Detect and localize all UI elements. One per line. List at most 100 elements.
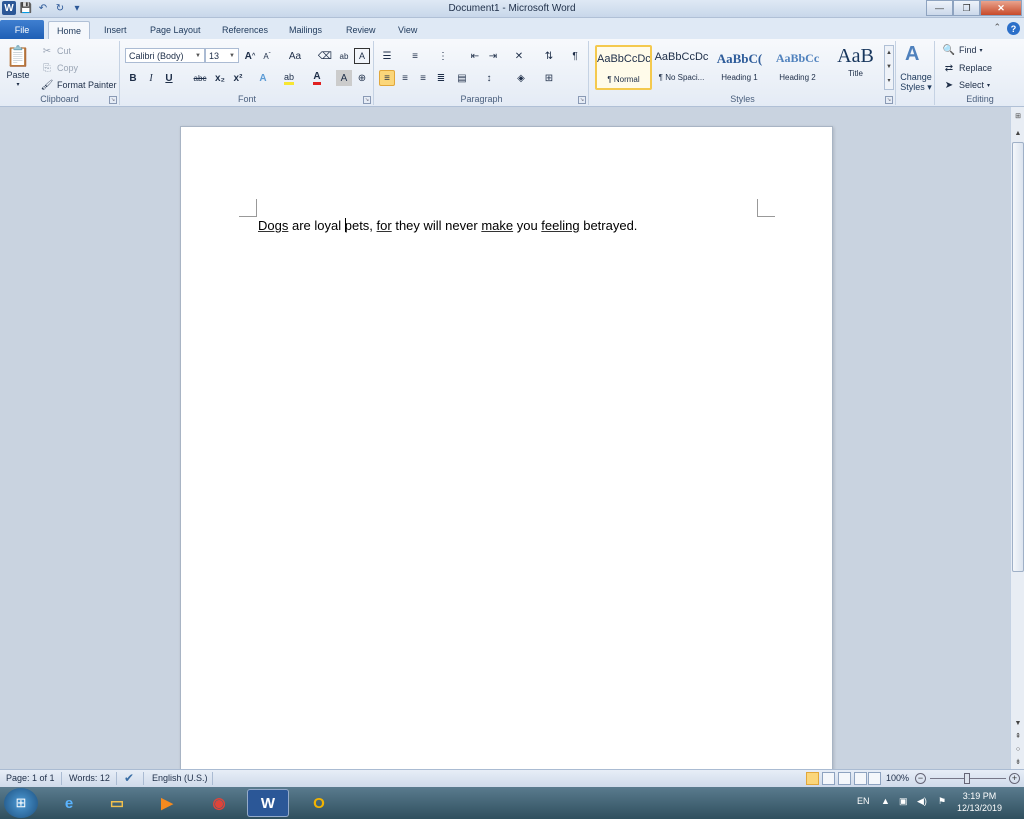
network-icon[interactable]: ▣ <box>899 796 908 807</box>
draft-icon[interactable] <box>868 772 881 785</box>
numbering-icon[interactable]: ≡ <box>407 48 423 64</box>
tab-home[interactable]: Home <box>48 21 91 39</box>
align-center-icon[interactable]: ≡ <box>397 70 413 86</box>
clear-formatting-icon[interactable]: ⌫ <box>317 48 333 64</box>
distributed-icon[interactable]: ▤ <box>454 70 470 86</box>
enclose-characters-icon[interactable]: ⊕ <box>354 70 370 86</box>
show-hidden-icons-icon[interactable]: ▲ <box>881 796 890 806</box>
proofing-icon[interactable]: ✔ <box>124 771 134 785</box>
tab-mailings[interactable]: Mailings <box>281 21 330 39</box>
strikethrough-button[interactable]: abc <box>191 70 209 86</box>
word-make[interactable]: make <box>481 218 513 233</box>
print-layout-icon[interactable] <box>806 772 819 785</box>
word-pets[interactable]: pets, <box>345 218 373 233</box>
explorer-icon[interactable]: ▭ <box>96 789 138 817</box>
shrink-font-button[interactable]: Aˇ <box>259 48 275 64</box>
system-clock[interactable]: 3:19 PM 12/13/2019 <box>957 790 1002 814</box>
increase-indent-icon[interactable]: ⇥ <box>485 48 501 64</box>
tab-insert[interactable]: Insert <box>96 21 135 39</box>
styles-launcher-icon[interactable]: ↘ <box>885 96 893 104</box>
full-screen-reading-icon[interactable] <box>822 772 835 785</box>
font-color-icon[interactable]: A <box>309 70 325 86</box>
decrease-indent-icon[interactable]: ⇤ <box>467 48 483 64</box>
style-heading-2[interactable]: AaBbCc Heading 2 <box>769 45 826 90</box>
document-body-text[interactable]: Dogs are loyal pets, for they will never… <box>258 218 637 233</box>
multilevel-list-icon[interactable]: ⋮ <box>435 48 451 64</box>
sort-icon[interactable]: ⇅ <box>541 48 557 64</box>
close-icon[interactable]: ✕ <box>980 0 1022 16</box>
language-bar[interactable]: EN <box>857 796 870 806</box>
tab-page-layout[interactable]: Page Layout <box>142 21 209 39</box>
subscript-button[interactable]: x₂ <box>212 70 228 86</box>
next-page-icon[interactable]: ⇟ <box>1012 756 1024 768</box>
borders-icon[interactable]: ⊞ <box>541 70 557 86</box>
character-shading-icon[interactable]: A <box>336 70 352 86</box>
ie-icon[interactable]: e <box>48 789 90 817</box>
restore-icon[interactable]: ❐ <box>953 0 980 16</box>
font-size-combo[interactable]: 13 ▼ <box>205 48 239 63</box>
grow-font-button[interactable]: A ^ <box>242 48 258 64</box>
underline-button[interactable]: U <box>161 70 177 86</box>
scroll-up-icon[interactable]: ▲ <box>1012 127 1024 139</box>
word-count[interactable]: Words: 12 <box>69 773 110 783</box>
web-layout-icon[interactable] <box>838 772 851 785</box>
scrollbar-thumb[interactable] <box>1012 142 1024 572</box>
ruler-toggle-icon[interactable]: ⊞ <box>1012 110 1024 122</box>
start-icon[interactable]: ⊞ <box>4 788 38 818</box>
minimize-ribbon-icon[interactable]: ⌃ <box>993 22 1001 35</box>
justify-icon[interactable]: ≣ <box>433 70 449 86</box>
cut-button[interactable]: ✂ Cut <box>40 44 71 58</box>
outlook-icon[interactable]: O <box>298 789 340 817</box>
help-icon[interactable]: ? <box>1007 22 1020 35</box>
zoom-slider-thumb[interactable] <box>964 773 970 784</box>
character-border-icon[interactable]: A <box>354 48 370 64</box>
paragraph-launcher-icon[interactable]: ↘ <box>578 96 586 104</box>
font-name-combo[interactable]: Calibri (Body) ▼ <box>125 48 205 63</box>
word-icon[interactable]: W <box>247 789 289 817</box>
tab-review[interactable]: Review <box>338 21 384 39</box>
style-normal[interactable]: AaBbCcDc ¶ Normal <box>595 45 652 90</box>
clipboard-launcher-icon[interactable]: ↘ <box>109 96 117 104</box>
find-button[interactable]: 🔍 Find ▾ <box>942 43 983 57</box>
format-painter-button[interactable]: 🖌 Format Painter <box>40 78 117 92</box>
show-hide-icon[interactable]: ¶ <box>567 48 583 64</box>
word-dogs[interactable]: Dogs <box>258 218 288 233</box>
document-page[interactable]: Dogs are loyal pets, for they will never… <box>180 126 833 786</box>
outline-icon[interactable] <box>854 772 867 785</box>
copy-button[interactable]: ⎘ Copy <box>40 61 78 75</box>
select-browse-object-icon[interactable]: ○ <box>1012 743 1024 755</box>
bullets-icon[interactable]: ☰ <box>379 48 395 64</box>
shading-icon[interactable]: ◈ <box>513 70 529 86</box>
text-effects-icon[interactable]: A <box>255 70 271 86</box>
zoom-level[interactable]: 100% <box>886 773 909 783</box>
page-count[interactable]: Page: 1 of 1 <box>6 773 55 783</box>
styles-gallery-scroll[interactable]: ▲ ▼ ▾ <box>884 45 894 90</box>
style-no-spacing[interactable]: AaBbCcDc ¶ No Spaci... <box>653 45 710 90</box>
asian-layout-icon[interactable]: ✕ <box>511 48 527 64</box>
align-right-icon[interactable]: ≡ <box>415 70 431 86</box>
media-player-icon[interactable]: ▶ <box>146 789 188 817</box>
align-left-icon[interactable]: ≡ <box>379 70 395 86</box>
line-spacing-icon[interactable]: ↕ <box>481 70 497 86</box>
font-launcher-icon[interactable]: ↘ <box>363 96 371 104</box>
select-button[interactable]: ➤ Select ▾ <box>942 78 990 92</box>
style-title[interactable]: AaB Title <box>827 45 884 90</box>
paste-button[interactable]: 📋 Paste ▾ <box>6 43 31 89</box>
change-styles-button[interactable]: A Change Styles ▾ <box>897 41 935 105</box>
tab-references[interactable]: References <box>214 21 276 39</box>
volume-icon[interactable]: ◀) <box>917 796 927 807</box>
minimize-icon[interactable]: — <box>926 0 953 16</box>
previous-page-icon[interactable]: ⇞ <box>1012 730 1024 742</box>
highlight-color-icon[interactable]: ab <box>281 70 297 86</box>
language-indicator[interactable]: English (U.S.) <box>152 773 208 783</box>
vertical-scrollbar[interactable]: ⊞ ▲ ▼ ⇞ ○ ⇟ <box>1010 107 1024 769</box>
tab-file[interactable]: File <box>0 20 44 39</box>
scroll-down-icon[interactable]: ▼ <box>1012 717 1024 729</box>
superscript-button[interactable]: x² <box>230 70 246 86</box>
tab-view[interactable]: View <box>390 21 425 39</box>
bold-button[interactable]: B <box>125 70 141 86</box>
style-heading-1[interactable]: AaBbC( Heading 1 <box>711 45 768 90</box>
zoom-out-icon[interactable]: − <box>915 773 926 784</box>
action-center-icon[interactable]: ⚑ <box>938 796 946 807</box>
change-case-button[interactable]: Aa <box>284 48 306 64</box>
